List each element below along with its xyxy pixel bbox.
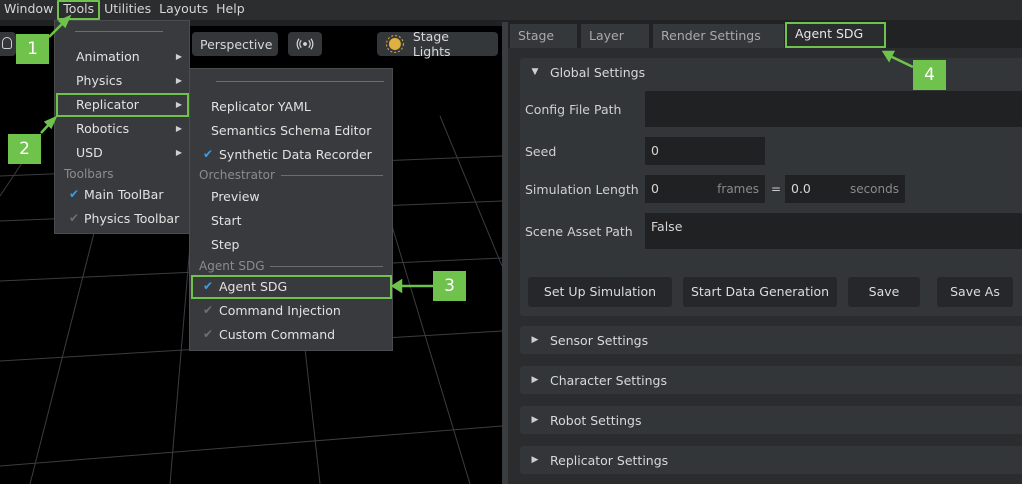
- callout-1: 1: [16, 34, 49, 64]
- callout-3: 3: [433, 271, 466, 301]
- callout-arrows: [40, 14, 914, 294]
- callout-2: 2: [8, 134, 41, 164]
- callout-4: 4: [913, 60, 946, 90]
